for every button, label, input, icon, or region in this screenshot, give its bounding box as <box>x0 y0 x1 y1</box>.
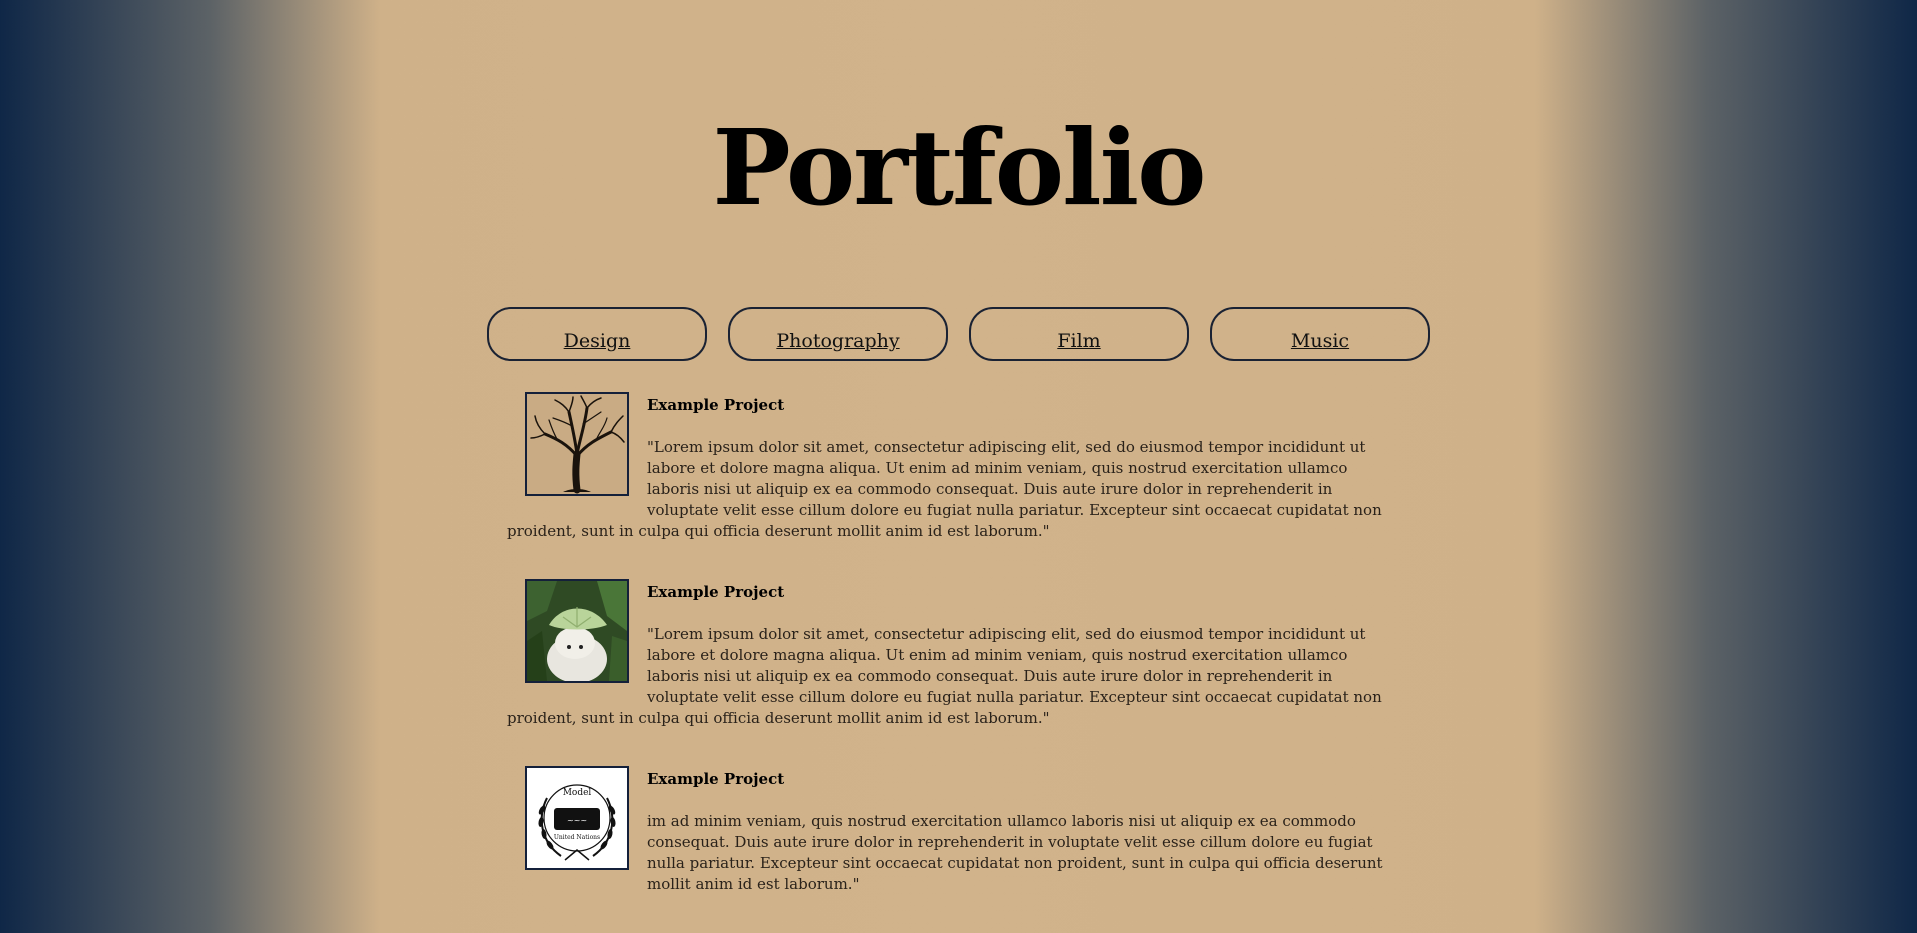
project-item: Example Project "Lorem ipsum dolor sit a… <box>507 579 1402 766</box>
project-title[interactable]: Example Project <box>647 396 784 414</box>
page-title: Portfolio <box>712 106 1206 229</box>
project-description: "Lorem ipsum dolor sit amet, consectetur… <box>507 438 1382 540</box>
nav-button-music[interactable]: Music <box>1210 307 1430 361</box>
category-nav: Design Photography Film Music <box>487 307 1430 361</box>
project-title[interactable]: Example Project <box>647 583 784 601</box>
project-description: im ad minim veniam, quis nostrud exercit… <box>647 812 1383 893</box>
nav-label-design[interactable]: Design <box>564 330 631 352</box>
nav-label-photography[interactable]: Photography <box>776 330 899 352</box>
nav-label-film[interactable]: Film <box>1057 330 1100 352</box>
project-title[interactable]: Example Project <box>647 770 784 788</box>
nav-button-design[interactable]: Design <box>487 307 707 361</box>
project-list: Example Project "Lorem ipsum dolor sit a… <box>507 392 1402 933</box>
project-description: "Lorem ipsum dolor sit amet, consectetur… <box>507 625 1382 727</box>
project-item: ~~~ Model United Nations Example Project… <box>507 766 1402 933</box>
nav-button-photography[interactable]: Photography <box>728 307 948 361</box>
nav-label-music[interactable]: Music <box>1291 330 1349 352</box>
nav-button-film[interactable]: Film <box>969 307 1189 361</box>
project-item: Example Project "Lorem ipsum dolor sit a… <box>507 392 1402 579</box>
logo-top-text: Model <box>562 788 592 798</box>
